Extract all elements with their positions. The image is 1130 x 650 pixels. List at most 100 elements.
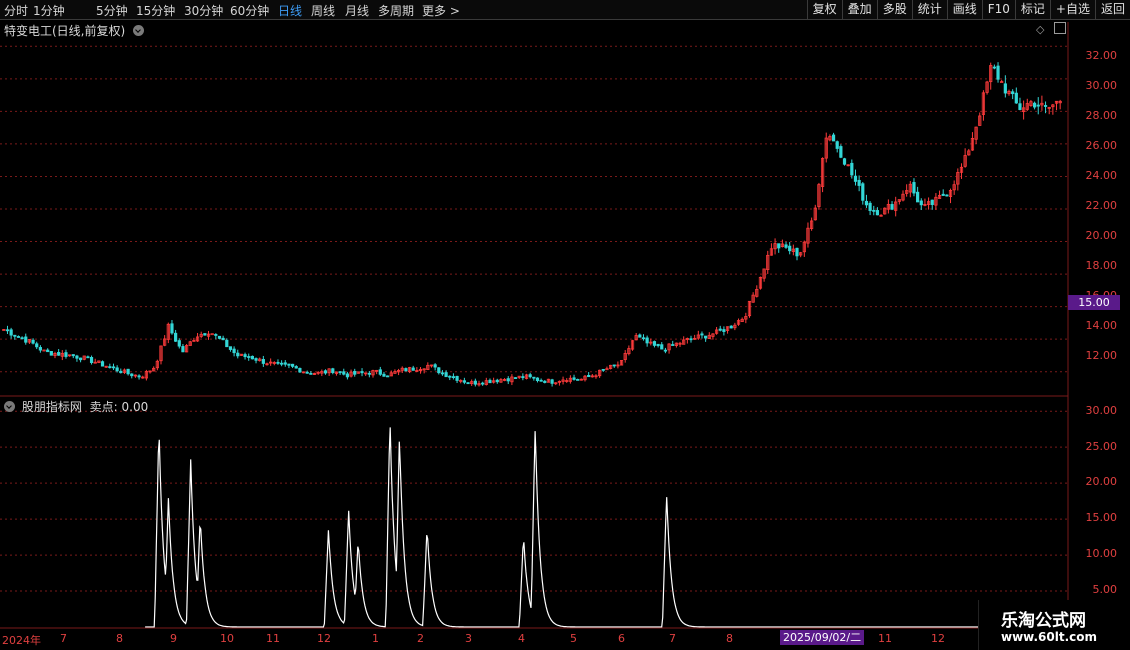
candle-body: [718, 328, 722, 331]
indicator-panel-header: 股朋指标网 卖点: 0.00: [4, 398, 148, 415]
candle-body: [440, 372, 445, 375]
candle-body: [612, 364, 616, 367]
candle-body: [1032, 102, 1037, 108]
candle-body: [323, 370, 328, 374]
indicator-value: 卖点: 0.00: [89, 400, 149, 414]
candle-body: [890, 204, 894, 210]
candle-body: [521, 376, 525, 379]
candle-body: [108, 366, 112, 369]
candle-body: [945, 194, 949, 197]
candle-body: [42, 349, 46, 352]
candle-body: [9, 329, 13, 336]
main-panel-header: 特变电工(日线,前复权): [4, 22, 145, 39]
date-axis-label: 5: [570, 632, 577, 645]
candle-body: [111, 366, 116, 369]
watermark: 乐淘公式网 www.60lt.com: [978, 600, 1130, 650]
candle-body: [353, 370, 357, 375]
price-axis-label: 20.00: [1085, 229, 1118, 242]
candle-body: [378, 369, 382, 375]
date-axis-label: 10: [220, 632, 234, 645]
date-axis-label: 11: [266, 632, 280, 645]
date-axis-label: 4: [518, 632, 525, 645]
indicator-axis-label: 15.00: [1085, 511, 1118, 524]
date-axis-label: 11: [878, 632, 892, 645]
candle-body: [16, 336, 21, 338]
candle-body: [100, 361, 105, 367]
indicator-title: 股朋指标网: [21, 400, 82, 414]
candle-body: [31, 339, 35, 344]
date-axis-label: 6: [618, 632, 625, 645]
candle-body: [1003, 83, 1007, 94]
candle-body: [1036, 104, 1040, 107]
candle-body: [1000, 81, 1004, 83]
candle-body: [868, 202, 872, 211]
indicator-axis-label: 30.00: [1085, 404, 1118, 417]
diamond-icon[interactable]: ◇: [1036, 23, 1044, 36]
indicator-axis-label: 20.00: [1085, 475, 1118, 488]
indicator-axis-label: 5.00: [1092, 583, 1118, 596]
candle-body: [46, 349, 50, 353]
chevron-down-icon[interactable]: [4, 401, 15, 412]
candle-body: [89, 357, 94, 363]
candle-body: [181, 346, 185, 353]
candle-body: [784, 244, 788, 248]
candle-body: [174, 332, 178, 342]
candle-body: [338, 371, 342, 374]
candle-body: [1018, 103, 1022, 110]
candle-body: [177, 340, 181, 347]
layout-toggle-icon[interactable]: [1054, 22, 1066, 34]
candle-body: [912, 182, 916, 194]
price-axis-label: 32.00: [1085, 49, 1118, 62]
candle-body: [576, 378, 580, 381]
chevron-down-icon[interactable]: [133, 25, 145, 36]
candle-body: [700, 333, 704, 336]
watermark-url: www.60lt.com: [1001, 630, 1098, 644]
candle-body: [448, 375, 452, 378]
candle-body: [382, 373, 386, 377]
date-axis-label: 1: [372, 632, 379, 645]
candle-body: [119, 370, 123, 374]
candle-body: [386, 375, 390, 378]
date-axis-label: 8: [116, 632, 123, 645]
candle-body: [872, 209, 876, 212]
candle-body: [444, 372, 448, 378]
candle-body: [1011, 91, 1015, 95]
candle-body: [404, 368, 408, 372]
candle-body: [1043, 105, 1048, 107]
chart-canvas[interactable]: [0, 0, 1130, 650]
candle-body: [437, 367, 441, 374]
candle-body: [214, 334, 218, 336]
date-axis-label: 2024年: [2, 634, 41, 647]
candle-body: [13, 334, 17, 337]
candle-body: [5, 329, 10, 332]
price-axis-label: 24.00: [1085, 169, 1118, 182]
candle-body: [689, 338, 693, 341]
candle-body: [228, 346, 233, 350]
stock-title: 特变电工(日线,前复权): [4, 24, 126, 38]
candle-body: [225, 339, 229, 348]
candle-body: [342, 371, 346, 375]
candle-body: [35, 343, 39, 348]
candle-body: [875, 210, 880, 216]
indicator-series: [145, 427, 1057, 628]
price-axis-label: 14.00: [1085, 319, 1118, 332]
candle-body: [532, 376, 536, 379]
price-axis-label: 18.00: [1085, 259, 1118, 272]
candle-body: [250, 355, 254, 360]
candle-body: [481, 382, 485, 385]
candle-body: [645, 337, 649, 344]
date-axis-label: 2: [417, 632, 424, 645]
candle-body: [861, 183, 865, 201]
candle-body: [853, 175, 858, 182]
candle-body: [528, 374, 532, 378]
candle-body: [729, 325, 733, 329]
candle-body: [587, 374, 591, 378]
candle-body: [57, 352, 61, 356]
candle-body: [513, 377, 518, 379]
candle-body: [247, 356, 251, 358]
candle-body: [788, 245, 792, 252]
candle-body: [367, 372, 371, 375]
candle-body: [663, 349, 668, 352]
candle-body: [992, 66, 996, 69]
candle-body: [916, 191, 920, 203]
